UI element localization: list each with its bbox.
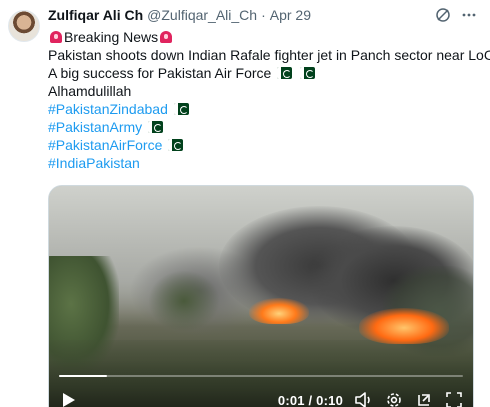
- video-progress-bar[interactable]: [59, 375, 463, 377]
- hashtag-link[interactable]: #IndiaPakistan: [48, 154, 140, 172]
- video-frame-fire: [249, 298, 309, 324]
- video-time: 0:01 / 0:10: [277, 392, 343, 407]
- hashtag-line: #PakistanAirForce: [48, 136, 478, 154]
- tweet-text: Breaking News Pakistan shoots down India…: [48, 28, 490, 172]
- tweet[interactable]: Zulfiqar Ali Ch @Zulfiqar_Ali_Ch · Apr 2…: [0, 0, 490, 407]
- hashtag-line: #IndiaPakistan: [48, 154, 478, 172]
- hashtag-line: #PakistanArmy: [48, 118, 478, 136]
- hashtag-line: #PakistanZindabad: [48, 100, 478, 118]
- pop-out-icon[interactable]: [415, 391, 433, 407]
- settings-icon[interactable]: [385, 391, 403, 407]
- header-actions: [434, 6, 478, 24]
- video-frame-fire: [359, 308, 449, 344]
- author-handle[interactable]: @Zulfiqar_Ali_Ch: [147, 6, 257, 24]
- pakistan-flag-icon: [273, 67, 293, 79]
- hashtag-link[interactable]: #PakistanArmy: [48, 118, 142, 136]
- volume-icon[interactable]: [355, 391, 373, 407]
- breaking-news-text: Breaking News: [64, 29, 159, 45]
- success-text: A big success for Pakistan Air Force: [48, 65, 272, 81]
- text-line-success: A big success for Pakistan Air Force: [48, 64, 478, 82]
- siren-icon: [160, 31, 173, 43]
- headline-text: Pakistan shoots down Indian Rafale fight…: [48, 47, 490, 63]
- video-controls-right: 0:01 / 0:10: [278, 391, 463, 407]
- pakistan-flag-icon: [170, 103, 189, 115]
- pakistan-flag-icon: [164, 139, 184, 151]
- avatar[interactable]: [8, 10, 40, 42]
- alhamdulillah-text: Alhamdulillah: [48, 83, 132, 99]
- tweet-header: Zulfiqar Ali Ch @Zulfiqar_Ali_Ch · Apr 2…: [48, 6, 478, 24]
- siren-icon: [50, 31, 62, 43]
- video-player[interactable]: 0:01 / 0:10: [48, 185, 474, 407]
- text-line-headline: Pakistan shoots down Indian Rafale fight…: [48, 46, 490, 64]
- text-line-alhamdulillah: Alhamdulillah: [48, 82, 478, 100]
- video-progress-fill: [59, 375, 108, 377]
- separator-dot: ·: [261, 7, 266, 23]
- tweet-content: Zulfiqar Ali Ch @Zulfiqar_Ali_Ch · Apr 2…: [48, 6, 490, 407]
- play-icon[interactable]: [59, 390, 79, 407]
- text-line-breaking: Breaking News: [48, 28, 478, 46]
- hashtag-link[interactable]: #PakistanZindabad: [48, 100, 168, 118]
- video-controls: 0:01 / 0:10: [49, 380, 473, 407]
- fullscreen-icon[interactable]: [445, 391, 463, 407]
- author-name[interactable]: Zulfiqar Ali Ch: [48, 6, 143, 24]
- hashtag-link[interactable]: #PakistanAirForce: [48, 136, 162, 154]
- video-frame-tree: [149, 271, 219, 331]
- tweet-date[interactable]: Apr 29: [270, 6, 311, 24]
- grok-icon[interactable]: [434, 6, 452, 24]
- pakistan-flag-icon: [296, 67, 316, 79]
- more-icon[interactable]: [460, 6, 478, 24]
- pakistan-flag-icon: [144, 121, 164, 133]
